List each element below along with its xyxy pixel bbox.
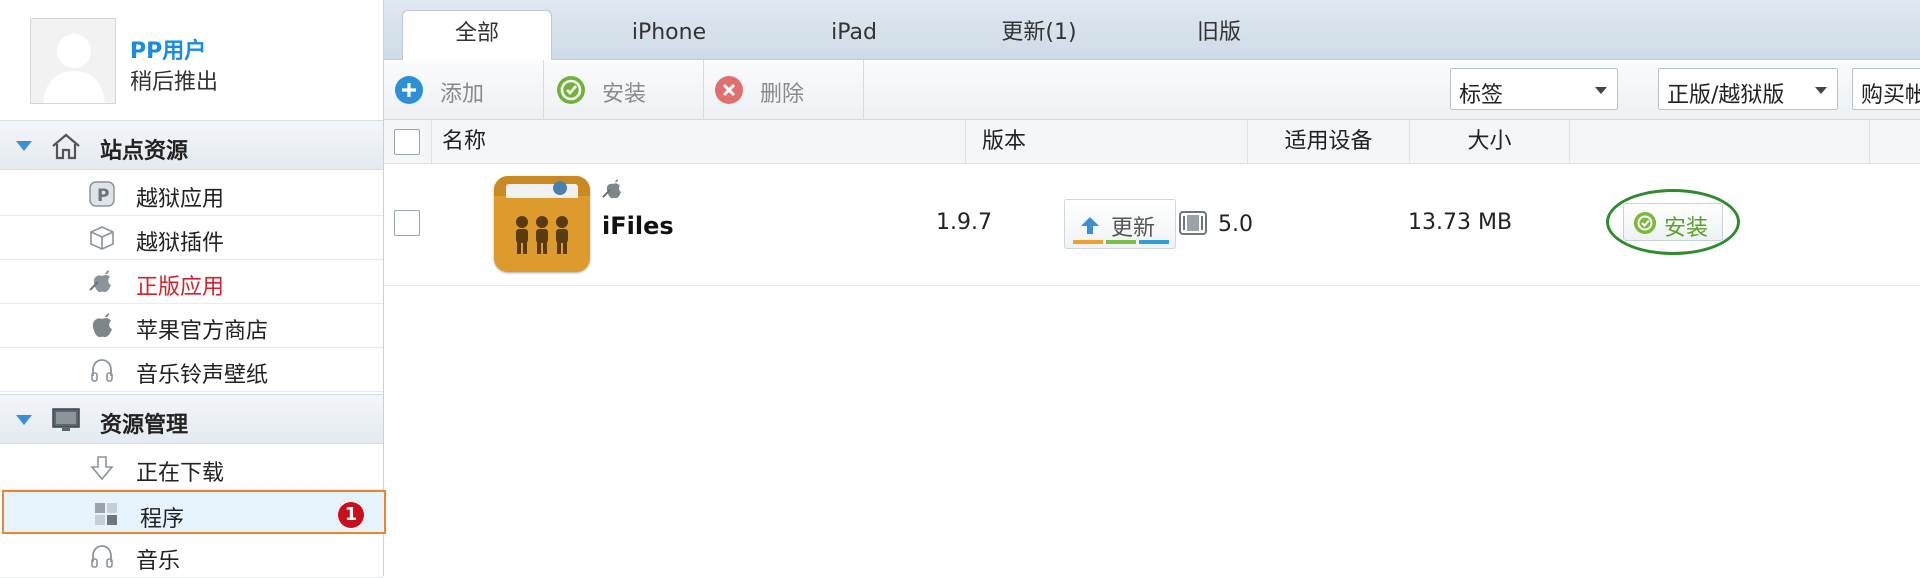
tab-bar: 全部 iPhone iPad 更新(1) 旧版	[384, 0, 1920, 61]
edition-select-value: 正版/越狱版	[1667, 83, 1785, 108]
app-device-version: 5.0	[1218, 212, 1253, 237]
toolbar: 添加 安装 删除 标签 正版/越狱版 购买帐	[384, 60, 1920, 120]
arrow-up-icon	[1081, 217, 1099, 234]
sidebar-item-jailbreak-apps[interactable]: P 越狱应用	[0, 172, 383, 216]
apple-store-icon	[602, 179, 621, 199]
pp-icon: P	[89, 181, 115, 207]
table-header: 名称 版本 适用设备 大小	[384, 120, 1920, 164]
install-label: 安装	[602, 82, 647, 107]
chevron-down-icon	[1815, 87, 1827, 94]
column-size[interactable]: 大小	[1410, 120, 1570, 164]
apple-store-icon	[89, 270, 111, 293]
sidebar-item-music[interactable]: 音乐	[0, 534, 383, 578]
select-all-checkbox[interactable]	[394, 129, 420, 155]
app-name[interactable]: iFiles	[602, 212, 674, 240]
install-highlight-circle: 安装	[1606, 189, 1740, 255]
monitor-icon	[52, 408, 80, 431]
plugin-box-icon	[90, 226, 114, 250]
add-label: 添加	[440, 82, 485, 107]
delete-label: 删除	[760, 82, 805, 107]
tab-iphone[interactable]: iPhone	[594, 10, 744, 60]
check-circle-icon	[1634, 212, 1656, 234]
user-name[interactable]: PP用户	[130, 33, 206, 65]
sidebar-item-label: 正版应用	[136, 275, 225, 300]
devices-icon	[1179, 211, 1207, 235]
section-resource-management[interactable]: 资源管理	[0, 394, 383, 444]
install-toolbar-button-face[interactable]: 安装	[544, 60, 704, 120]
tab-all[interactable]: 全部	[402, 10, 552, 61]
logout-link[interactable]: 稍后推出	[130, 64, 218, 96]
sidebar-item-music-ringtones-wallpapers[interactable]: 音乐铃声壁纸	[0, 348, 383, 392]
section-site-resources[interactable]: 站点资源	[0, 120, 383, 170]
app-icon[interactable]	[494, 176, 590, 272]
collapse-triangle-icon[interactable]	[16, 415, 32, 425]
main-panel: 全部 iPhone iPad 更新(1) 旧版 添加 安装 删除 标签 正版/越…	[384, 0, 1920, 576]
sidebar-item-label: 苹果官方商店	[136, 319, 269, 344]
purchase-select[interactable]: 购买帐	[1852, 68, 1920, 110]
apple-icon	[92, 313, 112, 338]
home-icon	[52, 133, 80, 160]
sidebar-item-jailbreak-plugins[interactable]: 越狱插件	[0, 216, 383, 260]
delete-x-icon	[715, 76, 743, 104]
sidebar: PP用户 稍后推出 站点资源 P 越狱应用 越狱插件 正版应用 苹果官方商店 音…	[0, 0, 386, 578]
sidebar-item-downloading[interactable]: 正在下载	[0, 446, 383, 490]
color-bar-decoration	[1073, 240, 1169, 244]
headphones-icon	[91, 359, 113, 382]
tab-updates[interactable]: 更新(1)	[954, 10, 1124, 60]
add-icon	[395, 76, 423, 104]
sidebar-item-label: 越狱插件	[136, 231, 225, 256]
column-version[interactable]: 版本	[966, 120, 1248, 164]
select-all-cell	[384, 120, 432, 164]
delete-button[interactable]: 删除	[704, 60, 864, 120]
add-button[interactable]: 添加	[384, 60, 544, 120]
app-size: 13.73 MB	[1408, 210, 1513, 235]
edition-select[interactable]: 正版/越狱版	[1658, 68, 1838, 110]
column-name[interactable]: 名称	[432, 120, 966, 164]
check-circle-icon	[557, 76, 585, 104]
grid-icon	[95, 503, 117, 525]
tab-ipad[interactable]: iPad	[779, 10, 929, 60]
section-title: 站点资源	[100, 139, 189, 164]
column-device[interactable]: 适用设备	[1248, 120, 1410, 164]
column-actions	[1570, 120, 1870, 164]
section-title: 资源管理	[100, 413, 189, 438]
update-button[interactable]: 更新	[1064, 199, 1176, 249]
row-checkbox[interactable]	[394, 210, 420, 236]
tag-select-value: 标签	[1459, 83, 1504, 108]
chevron-down-icon	[1595, 87, 1607, 94]
purchase-select-value: 购买帐	[1861, 83, 1920, 108]
sidebar-item-label: 音乐铃声壁纸	[136, 363, 269, 388]
sidebar-item-label: 程序	[140, 507, 185, 532]
user-panel: PP用户 稍后推出	[0, 0, 383, 120]
sidebar-item-apple-store[interactable]: 苹果官方商店	[0, 304, 383, 348]
sidebar-item-genuine-apps[interactable]: 正版应用	[0, 260, 383, 304]
sidebar-item-label: 正在下载	[136, 461, 225, 486]
sidebar-item-label: 越狱应用	[136, 187, 225, 212]
sidebar-item-label: 音乐	[136, 549, 181, 574]
svg-text:P: P	[97, 186, 109, 206]
table-row[interactable]: iFiles 1.9.7 更新 5.0 13.73 MB 安装	[384, 164, 1920, 286]
sidebar-item-programs[interactable]: 程序 1	[2, 490, 386, 534]
install-button[interactable]: 安装	[1623, 203, 1723, 241]
user-silhouette-icon	[43, 34, 105, 103]
app-version: 1.9.7	[936, 210, 992, 235]
avatar[interactable]	[30, 18, 116, 104]
folder-people-icon	[494, 176, 590, 272]
collapse-triangle-icon[interactable]	[16, 141, 32, 151]
count-badge: 1	[336, 500, 366, 530]
download-arrow-icon	[90, 456, 114, 481]
install-label: 安装	[1664, 216, 1709, 241]
headphones-icon	[91, 545, 113, 568]
tag-select[interactable]: 标签	[1450, 68, 1618, 110]
update-label: 更新	[1111, 216, 1156, 241]
tab-old-versions[interactable]: 旧版	[1154, 10, 1284, 60]
